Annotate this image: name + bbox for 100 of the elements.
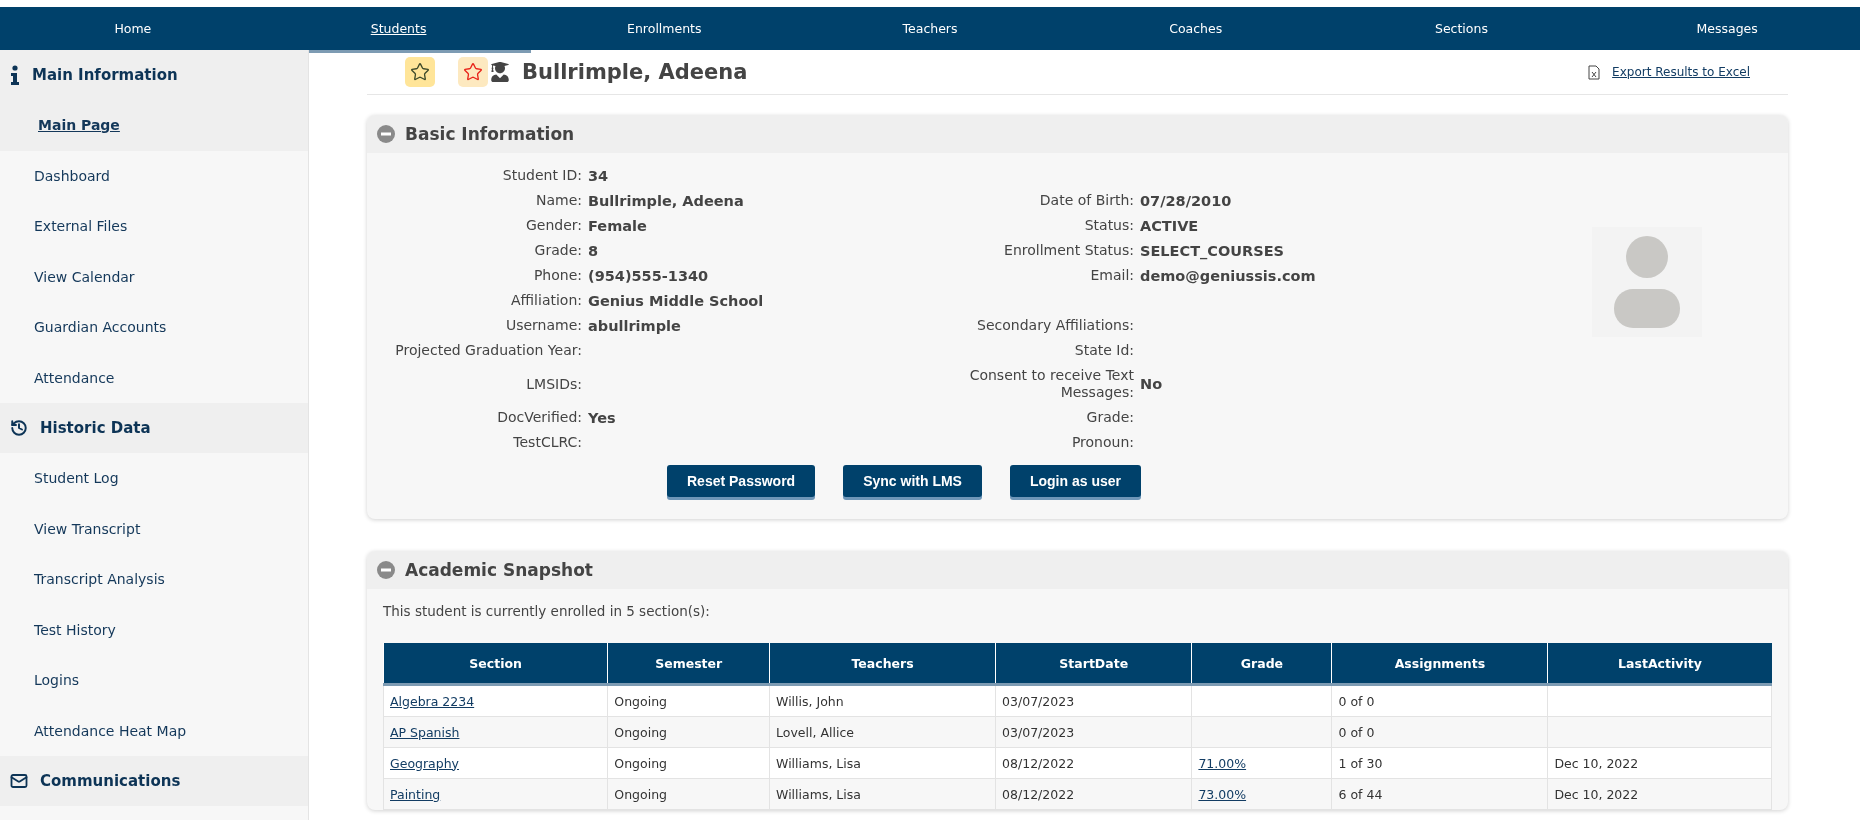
column-header: Assignments [1332,643,1548,685]
field-value: Female [588,217,648,234]
cell-text: 0 of 0 [1338,724,1375,740]
field-label: LMSIDs: [525,375,582,393]
field-label: Status: [1083,217,1134,234]
cell-text: Williams, Lisa [776,755,861,771]
action-button[interactable]: Login as user [1009,465,1141,497]
nav-tab[interactable]: Home [0,7,266,53]
table-link[interactable]: 71.00% [1198,755,1247,771]
sidebar-item[interactable]: View Calendar [0,251,308,302]
section-title: Historic Data [40,419,151,437]
field-value: Yes [588,409,617,426]
field-value: Genius Middle School [588,292,765,309]
nav-tab[interactable]: Sections [1328,7,1595,53]
star-button[interactable] [458,57,488,87]
cell-text: 1 of 30 [1338,755,1383,771]
nav-tab[interactable]: Messages [1594,7,1860,53]
cell-text: Dec 10, 2022 [1554,755,1639,771]
info-icon [10,65,20,85]
field-label: TestCLRC: [512,434,582,451]
sidebar-item[interactable]: Student Log [0,453,308,504]
table-link[interactable]: Painting [390,786,441,802]
field-value: (954)555-1340 [588,267,710,284]
table-link[interactable]: Algebra 2234 [390,693,475,709]
sidebar-item[interactable]: Guardian Accounts [0,302,308,353]
export-link[interactable]: Export Results to Excel [1588,64,1750,80]
table-link[interactable]: Geography [390,755,459,771]
field-label: Username: [504,317,582,334]
graduate-icon [490,62,510,82]
cell-text: Ongoing [614,755,668,771]
column-header: LastActivity [1547,643,1772,685]
field-label: Secondary Affiliations: [976,317,1134,334]
nav-tab[interactable]: Enrollments [531,7,798,53]
sidebar-item[interactable]: Test History [0,604,308,655]
field-label: DocVerified: [496,409,582,426]
field-value: demo@geniussis.com [1140,267,1317,284]
table-link[interactable]: 73.00% [1198,786,1247,802]
cell-text: Willis, John [776,693,844,709]
action-button[interactable]: Reset Password [667,465,816,497]
cell-text: Dec 10, 2022 [1554,786,1639,802]
cell-text: 08/12/2022 [1002,786,1075,802]
field-value: 34 [588,167,610,184]
collapse-icon[interactable] [377,125,395,143]
field-label: Email: [1089,267,1134,284]
sidebar-item[interactable]: External Files [0,201,308,252]
field-label: Phone: [532,267,582,284]
card-title: Basic Information [405,124,575,144]
field-value: No [1140,376,1164,392]
cell-text: Ongoing [614,724,668,740]
star-button[interactable] [405,57,435,87]
column-header: Section [383,643,608,685]
field-label: State Id: [1073,342,1134,359]
field-label: Gender: [524,217,582,234]
field-label: Projected Graduation Year: [394,342,582,359]
cell-text: Ongoing [614,786,668,802]
sidebar-item[interactable]: View Transcript [0,503,308,554]
cell-text: 6 of 44 [1338,786,1383,802]
field-label: Enrollment Status: [1003,242,1134,259]
column-header: Grade [1191,643,1332,685]
nav-tab[interactable]: Coaches [1062,7,1329,53]
collapse-icon[interactable] [377,561,395,579]
column-header: StartDate [995,643,1192,685]
cell-text: 03/07/2023 [1002,693,1075,709]
card-title: Academic Snapshot [405,560,593,580]
field-value: SELECT_COURSES [1140,242,1285,259]
sidebar-item[interactable]: Attendance [0,352,308,403]
star-icon [410,62,430,82]
field-label: Student ID: [501,167,582,184]
table-link[interactable]: AP Spanish [390,724,460,740]
cell-text: 03/07/2023 [1002,724,1075,740]
cell-text: Williams, Lisa [776,786,861,802]
field-label: Consent to receive Text Messages: [968,367,1134,401]
history-icon [10,419,28,437]
field-label: Grade: [1085,409,1134,426]
mail-icon [10,772,28,790]
sidebar-item[interactable]: Dashboard [0,150,308,201]
field-label: Affiliation: [510,292,582,309]
sidebar-item[interactable]: Logins [0,655,308,706]
nav-tab[interactable]: Teachers [797,7,1063,53]
cell-text: 08/12/2022 [1002,755,1075,771]
sidebar-item[interactable]: Attendance Heat Map [0,705,308,756]
star-icon [463,62,483,82]
section-title: Communications [40,772,181,790]
enrollment-summary: This student is currently enrolled in 5 section(s): [383,603,711,619]
field-value: 8 [588,242,600,259]
field-value: abullrimple [588,317,682,334]
action-button[interactable]: Sync with LMS [843,465,982,497]
field-label: Name: [534,192,582,209]
field-label: Pronoun: [1070,434,1134,451]
sidebar-item[interactable]: Main Page [0,100,308,151]
field-label: Grade: [533,242,582,259]
column-header: Teachers [769,643,996,685]
student-name: Bullrimple, Adeena [522,60,748,84]
column-header: Semester [607,643,770,685]
sidebar-item[interactable]: Transcript Analysis [0,554,308,605]
cell-text: 0 of 0 [1338,693,1375,709]
field-value: 07/28/2010 [1140,192,1233,209]
cell-text: Ongoing [614,693,668,709]
section-title: Main Information [32,66,178,84]
cell-text: Lovell, Allice [776,724,854,740]
